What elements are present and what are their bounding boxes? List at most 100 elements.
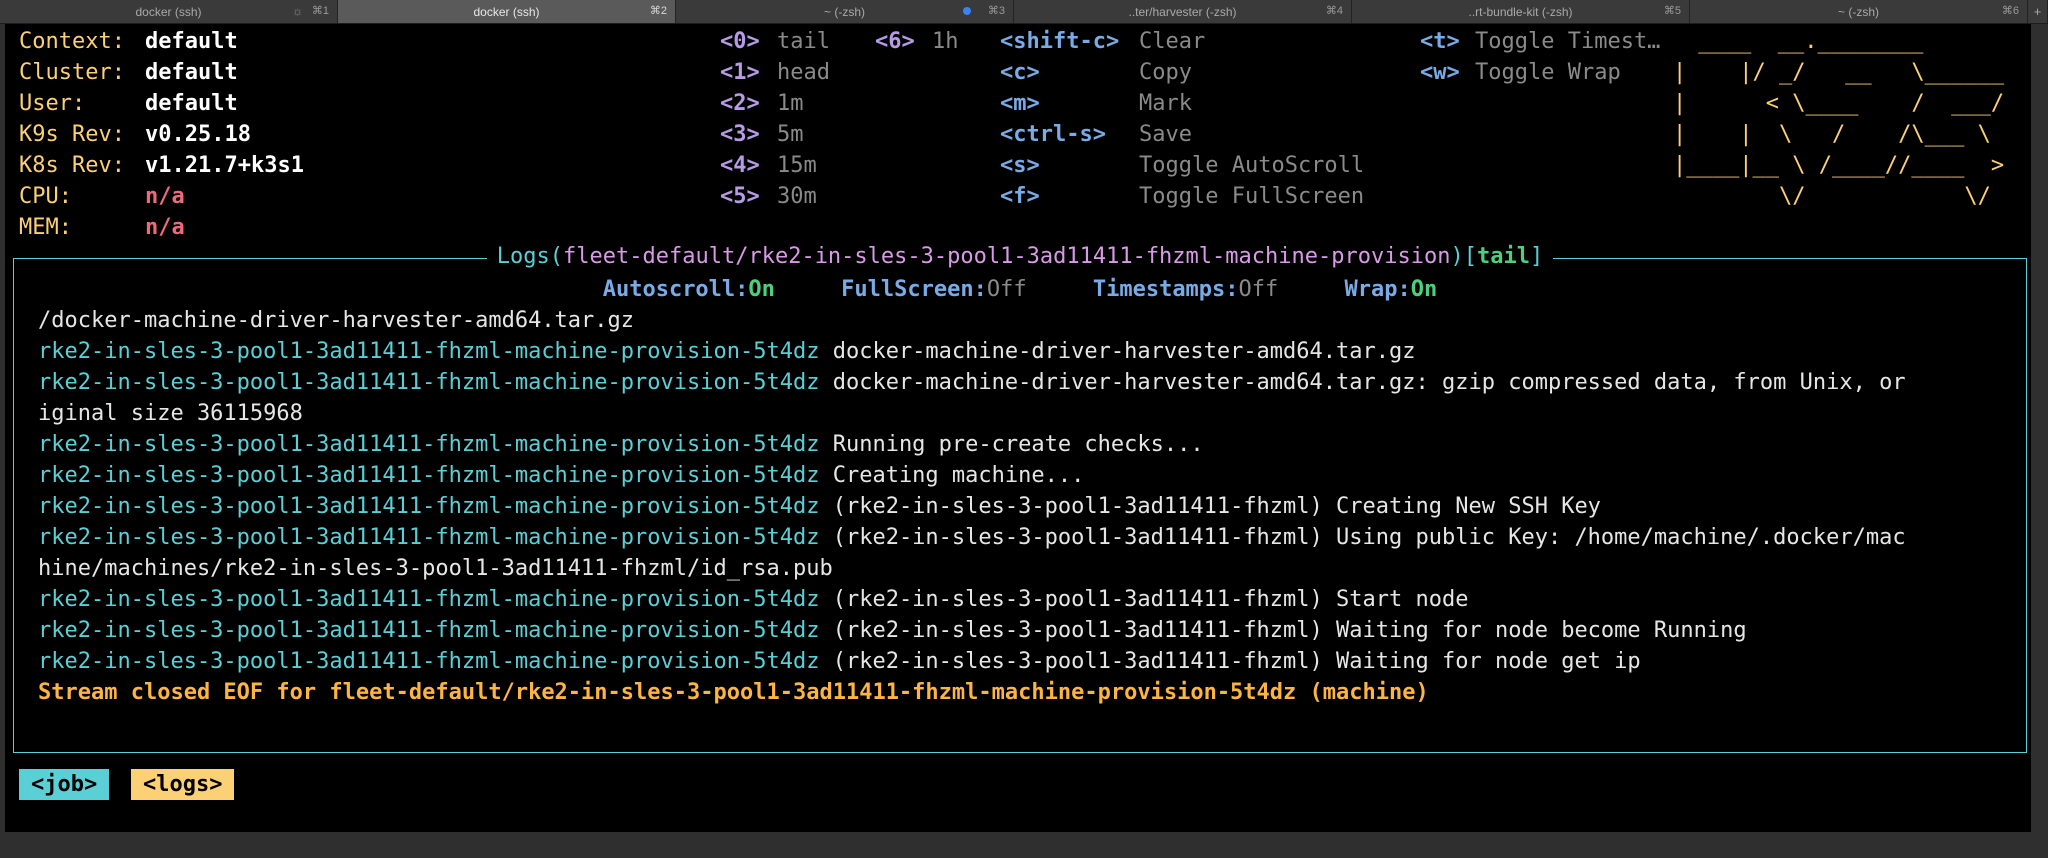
tab-docker-ssh-2[interactable]: docker (ssh) ⌘2 xyxy=(338,0,676,23)
log-line: iginal size 36115968 xyxy=(38,398,2006,429)
tab-shortcut: ⌘2 xyxy=(649,5,667,17)
log-text: (rke2-in-sles-3-pool1-3ad11411-fhzml) Us… xyxy=(819,525,1906,550)
hotkey-label: tail xyxy=(777,29,830,54)
info-label-user: User: xyxy=(19,91,86,116)
info-label-k9s-rev: K9s Rev: xyxy=(19,122,125,147)
new-tab-button[interactable]: + xyxy=(2028,0,2048,23)
log-pod: rke2-in-sles-3-pool1-3ad11411-fhzml-mach… xyxy=(38,525,820,550)
status-value-wrap: On xyxy=(1410,277,1438,302)
log-text: Creating machine... xyxy=(819,463,1085,488)
info-value-k8s-rev: v1.21.7+k3s1 xyxy=(145,153,304,178)
hotkey-key: <s> xyxy=(1000,153,1040,178)
tab-shortcut: ⌘5 xyxy=(1663,5,1681,17)
hotkey-key: <6> xyxy=(875,29,915,54)
tab-label: docker (ssh) xyxy=(135,4,202,19)
log-pod: rke2-in-sles-3-pool1-3ad11411-fhzml-mach… xyxy=(38,618,820,643)
log-text: Running pre-create checks... xyxy=(819,432,1204,457)
log-text: iginal size 36115968 xyxy=(38,401,303,426)
hotkey-key: <5> xyxy=(720,184,760,209)
log-text: (rke2-in-sles-3-pool1-3ad11411-fhzml) St… xyxy=(819,587,1469,612)
log-status-line: Autoscroll:On FullScreen:Off Timestamps:… xyxy=(14,274,2026,305)
info-label-cluster: Cluster: xyxy=(19,60,125,85)
hotkey-key: <m> xyxy=(1000,91,1040,116)
tab-label: ~ (-zsh) xyxy=(1837,4,1879,19)
log-text: /docker-machine-driver-harvester-amd64.t… xyxy=(38,308,635,333)
hotkey-label: 15m xyxy=(777,153,817,178)
log-text: docker-machine-driver-harvester-amd64.ta… xyxy=(819,339,1416,364)
title-prefix: Logs( xyxy=(496,244,564,269)
hotkey-label: head xyxy=(777,60,830,85)
tab-bundle-kit[interactable]: ..rt-bundle-kit (-zsh) ⌘5 xyxy=(1352,0,1690,23)
log-text: (rke2-in-sles-3-pool1-3ad11411-fhzml) Wa… xyxy=(819,649,1641,674)
hotkey-label: Toggle AutoScroll xyxy=(1139,153,1365,178)
logo-line: | |/ _/ __ \______ xyxy=(1673,60,2005,85)
log-pod: rke2-in-sles-3-pool1-3ad11411-fhzml-mach… xyxy=(38,587,820,612)
crumb-logs[interactable]: <logs> xyxy=(131,769,235,800)
tab-label: ..ter/harvester (-zsh) xyxy=(1128,4,1237,19)
tab-shortcut: ⌘4 xyxy=(1325,5,1343,17)
hotkey-key: <f> xyxy=(1000,184,1040,209)
stream-closed-line: Stream closed EOF for fleet-default/rke2… xyxy=(38,680,1429,705)
title-end: ] xyxy=(1529,244,1544,269)
hotkey-label: Clear xyxy=(1139,29,1206,54)
activity-spinner-icon: ☼ xyxy=(292,4,303,18)
tab-label: docker (ssh) xyxy=(473,4,540,19)
hotkey-key: <1> xyxy=(720,60,760,85)
status-value-fullscreen: Off xyxy=(986,277,1027,302)
hotkey-label: 30m xyxy=(777,184,817,209)
terminal-tab-bar: docker (ssh) ☼ ⌘1 docker (ssh) ⌘2 ~ (-zs… xyxy=(0,0,2048,24)
log-pod: rke2-in-sles-3-pool1-3ad11411-fhzml-mach… xyxy=(38,339,820,364)
log-text: docker-machine-driver-harvester-amd64.ta… xyxy=(819,370,1906,395)
activity-dot-icon xyxy=(963,7,971,15)
log-line: rke2-in-sles-3-pool1-3ad11411-fhzml-mach… xyxy=(38,584,2006,615)
logs-panel[interactable]: Logs(fleet-default/rke2-in-sles-3-pool1-… xyxy=(13,244,2027,753)
tab-shortcut: ⌘3 xyxy=(987,5,1005,17)
log-pod: rke2-in-sles-3-pool1-3ad11411-fhzml-mach… xyxy=(38,463,820,488)
info-value-cluster: default xyxy=(145,60,238,85)
log-line: rke2-in-sles-3-pool1-3ad11411-fhzml-mach… xyxy=(38,460,2006,491)
logs-panel-title: Logs(fleet-default/rke2-in-sles-3-pool1-… xyxy=(14,241,2026,272)
tab-shortcut: ⌘6 xyxy=(2001,5,2019,17)
log-pod: rke2-in-sles-3-pool1-3ad11411-fhzml-mach… xyxy=(38,494,820,519)
logo-line: \/ \/ xyxy=(1673,184,1991,209)
crumb-job[interactable]: <job> xyxy=(19,769,110,800)
log-pod: rke2-in-sles-3-pool1-3ad11411-fhzml-mach… xyxy=(38,370,820,395)
tab-shortcut: ⌘1 xyxy=(311,5,329,17)
tab-zsh-home[interactable]: ~ (-zsh) ⌘3 xyxy=(676,0,1014,23)
log-text: hine/machines/rke2-in-sles-3-pool1-3ad11… xyxy=(38,556,833,581)
tab-harvester[interactable]: ..ter/harvester (-zsh) ⌘4 xyxy=(1014,0,1352,23)
logo-line: |____|__ \ /____//____ > xyxy=(1673,153,2005,178)
log-line: /docker-machine-driver-harvester-amd64.t… xyxy=(38,305,2006,336)
tab-zsh-home-2[interactable]: ~ (-zsh) ⌘6 xyxy=(1690,0,2028,23)
log-text: (rke2-in-sles-3-pool1-3ad11411-fhzml) Cr… xyxy=(819,494,1601,519)
log-line: rke2-in-sles-3-pool1-3ad11411-fhzml-mach… xyxy=(38,491,2006,522)
hotkey-label: Toggle Timest… xyxy=(1475,29,1661,54)
status-label-fullscreen: FullScreen: xyxy=(841,277,987,302)
logo-line: | | \ / /\___ \ xyxy=(1673,122,1991,147)
status-label-autoscroll: Autoscroll: xyxy=(602,277,749,302)
terminal-window[interactable]: Context: default Cluster: default User: … xyxy=(5,24,2031,832)
hotkey-key: <c> xyxy=(1000,60,1040,85)
log-line: rke2-in-sles-3-pool1-3ad11411-fhzml-mach… xyxy=(38,367,2006,398)
logo-line: ____ __.________ xyxy=(1685,29,1924,54)
info-value-mem: n/a xyxy=(145,215,185,240)
logo-line: | < \____ / ___/ xyxy=(1673,91,2005,116)
log-line: rke2-in-sles-3-pool1-3ad11411-fhzml-mach… xyxy=(38,615,2006,646)
title-mode: tail xyxy=(1476,244,1530,269)
info-value-cpu: n/a xyxy=(145,184,185,209)
log-line: rke2-in-sles-3-pool1-3ad11411-fhzml-mach… xyxy=(38,522,2006,553)
tab-docker-ssh-1[interactable]: docker (ssh) ☼ ⌘1 xyxy=(0,0,338,23)
status-label-wrap: Wrap: xyxy=(1344,277,1411,302)
hotkey-label: Save xyxy=(1139,122,1192,147)
info-label-mem: MEM: xyxy=(19,215,72,240)
log-line: rke2-in-sles-3-pool1-3ad11411-fhzml-mach… xyxy=(38,336,2006,367)
tab-label: ~ (-zsh) xyxy=(823,4,865,19)
status-value-timestamps: Off xyxy=(1238,277,1279,302)
status-label-timestamps: Timestamps: xyxy=(1092,277,1239,302)
log-line: rke2-in-sles-3-pool1-3ad11411-fhzml-mach… xyxy=(38,429,2006,460)
status-value-autoscroll: On xyxy=(748,277,775,302)
tab-label: ..rt-bundle-kit (-zsh) xyxy=(1468,4,1573,19)
hotkey-label: 1h xyxy=(932,29,959,54)
hotkey-label: Copy xyxy=(1139,60,1192,85)
hotkey-key: <w> xyxy=(1420,60,1460,85)
